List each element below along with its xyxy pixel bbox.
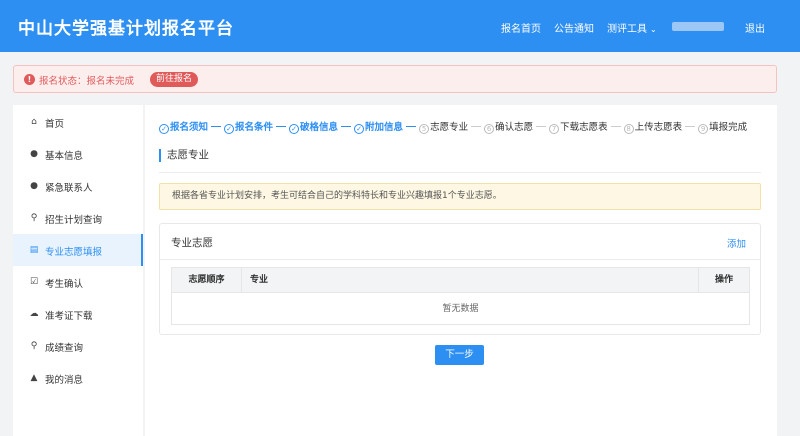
warning-icon: ! — [24, 74, 35, 85]
step-label: 志愿专业 — [430, 122, 469, 133]
search-icon: ⚲ — [30, 213, 38, 223]
section-title: 志愿专业 — [159, 149, 209, 162]
step-number-icon: 9 — [698, 124, 709, 134]
sidebar-item[interactable]: ⌂ 首页 — [13, 106, 143, 138]
registration-status-bar: ! 报名状态：报名未完成 前往报名 — [13, 65, 777, 93]
form-icon: ▤ — [29, 245, 39, 255]
sidebar-item-label: 考生确认 — [45, 279, 84, 290]
user-icon: ● — [30, 149, 38, 159]
step-label: 报名须知 — [170, 122, 209, 133]
sidebar-item[interactable]: ☁ 准考证下载 — [13, 298, 143, 330]
sidebar-item[interactable]: ● 基本信息 — [13, 138, 143, 170]
card-title: 专业志愿 — [171, 237, 213, 249]
column-header-major: 专业 — [242, 268, 699, 293]
add-major-link[interactable]: 添加 — [727, 236, 746, 250]
info-notice: 根据各省专业计划安排，考生可结合自己的学科特长和专业兴趣填报1个专业志愿。 — [159, 183, 761, 210]
bell-icon: ▲ — [30, 373, 38, 383]
column-header-action: 操作 — [699, 268, 749, 293]
step-label: 填报完成 — [709, 122, 748, 133]
sidebar-item-label: 基本信息 — [45, 151, 84, 162]
step-item[interactable]: ✓ 报名须知 — [159, 119, 208, 134]
step-item[interactable]: 7 下载志愿表 — [549, 119, 608, 134]
step-item[interactable]: 5 志愿专业 — [419, 119, 468, 134]
confirm-check-icon: ☑ — [29, 277, 39, 287]
sidebar-item-label: 我的消息 — [45, 375, 84, 386]
nav-tools-dropdown[interactable]: 测评工具 ⌄ — [607, 20, 657, 35]
nav-notice-link[interactable]: 公告通知 — [554, 20, 594, 35]
score-search-icon: ⚲ — [30, 341, 38, 351]
step-label: 确认志愿 — [495, 122, 534, 133]
divider — [159, 172, 761, 173]
major-table: 志愿顺序 专业 操作 暂无数据 — [171, 267, 750, 325]
step-item[interactable]: 8 上传志愿表 — [623, 119, 683, 134]
chevron-down-icon: ⌄ — [650, 25, 657, 34]
step-connector — [685, 126, 696, 127]
step-item[interactable]: ✓ 破格信息 — [289, 119, 338, 134]
check-circle-icon: ✓ — [159, 124, 169, 134]
sidebar-item-label: 首页 — [45, 119, 65, 130]
step-item[interactable]: ✓ 附加信息 — [354, 119, 403, 134]
logout-link[interactable]: 退出 — [745, 20, 765, 35]
sidebar: ⌂ 首页 ● 基本信息 ● 紧急联系人 ⚲ 招生计划查询 ▤ 专业志愿填报 ☑ 考生确认 ☁ 准考证下载 ⚲… — [13, 105, 143, 436]
step-connector — [406, 126, 417, 127]
step-label: 报名条件 — [235, 122, 274, 133]
step-number-icon: 5 — [419, 124, 430, 134]
status-text: 报名状态：报名未完成 — [39, 76, 135, 87]
sidebar-item-label: 专业志愿填报 — [45, 247, 103, 258]
top-header: 中山大学强基计划报名平台 报名首页 公告通知 测评工具 ⌄ 退出 — [0, 0, 800, 52]
step-label: 破格信息 — [300, 122, 339, 133]
sidebar-item[interactable]: ▤ 专业志愿填报 — [13, 234, 143, 266]
card-divider — [160, 259, 760, 260]
progress-steps: ✓ 报名须知 ✓ 报名条件 ✓ 破格信息 ✓ 附加信息 5 志愿专业 6 确认志愿 7 下载志愿表 8 上传志… — [159, 119, 747, 134]
user-name-redacted[interactable] — [672, 22, 724, 31]
column-header-order: 志愿顺序 — [172, 268, 242, 293]
sidebar-item[interactable]: ⚲ 招生计划查询 — [13, 202, 143, 234]
step-connector — [341, 126, 352, 127]
step-number-icon: 7 — [549, 124, 560, 134]
nav-home-link[interactable]: 报名首页 — [501, 20, 541, 35]
step-label: 上传志愿表 — [634, 122, 683, 133]
sidebar-item[interactable]: ▲ 我的消息 — [13, 362, 143, 394]
step-connector — [536, 126, 547, 127]
sidebar-item[interactable]: ☑ 考生确认 — [13, 266, 143, 298]
sidebar-item-label: 招生计划查询 — [45, 215, 103, 226]
home-icon: ⌂ — [31, 117, 37, 127]
major-choice-card: 专业志愿 添加 志愿顺序 专业 操作 暂无数据 — [159, 223, 761, 335]
step-item[interactable]: 6 确认志愿 — [484, 119, 533, 134]
step-label: 下载志愿表 — [560, 122, 608, 133]
step-connector — [471, 126, 482, 127]
step-connector — [276, 126, 287, 127]
sidebar-item-label: 紧急联系人 — [45, 183, 93, 194]
step-connector — [211, 126, 222, 127]
step-number-icon: 8 — [623, 124, 634, 134]
site-title: 中山大学强基计划报名平台 — [18, 19, 234, 39]
sidebar-item-label: 准考证下载 — [45, 311, 93, 322]
step-item[interactable]: 9 填报完成 — [698, 119, 747, 134]
sidebar-item[interactable]: ⚲ 成绩查询 — [13, 330, 143, 362]
check-circle-icon: ✓ — [354, 124, 365, 134]
next-step-button[interactable]: 下一步 — [435, 345, 484, 365]
step-number-icon: 6 — [484, 124, 495, 134]
sidebar-item[interactable]: ● 紧急联系人 — [13, 170, 143, 202]
check-circle-icon: ✓ — [289, 124, 300, 134]
step-item[interactable]: ✓ 报名条件 — [224, 119, 273, 134]
nav-tools-label: 测评工具 — [607, 24, 647, 35]
contact-user-icon: ● — [30, 181, 38, 191]
cloud-download-icon: ☁ — [29, 309, 39, 319]
main-panel: ✓ 报名须知 ✓ 报名条件 ✓ 破格信息 ✓ 附加信息 5 志愿专业 6 确认志愿 7 下载志愿表 8 上传志… — [145, 105, 777, 436]
step-label: 附加信息 — [365, 122, 404, 133]
empty-table-text: 暂无数据 — [442, 304, 479, 314]
check-circle-icon: ✓ — [224, 124, 235, 134]
step-connector — [610, 126, 621, 127]
go-register-button[interactable]: 前往报名 — [150, 72, 199, 87]
sidebar-item-label: 成绩查询 — [45, 343, 84, 354]
